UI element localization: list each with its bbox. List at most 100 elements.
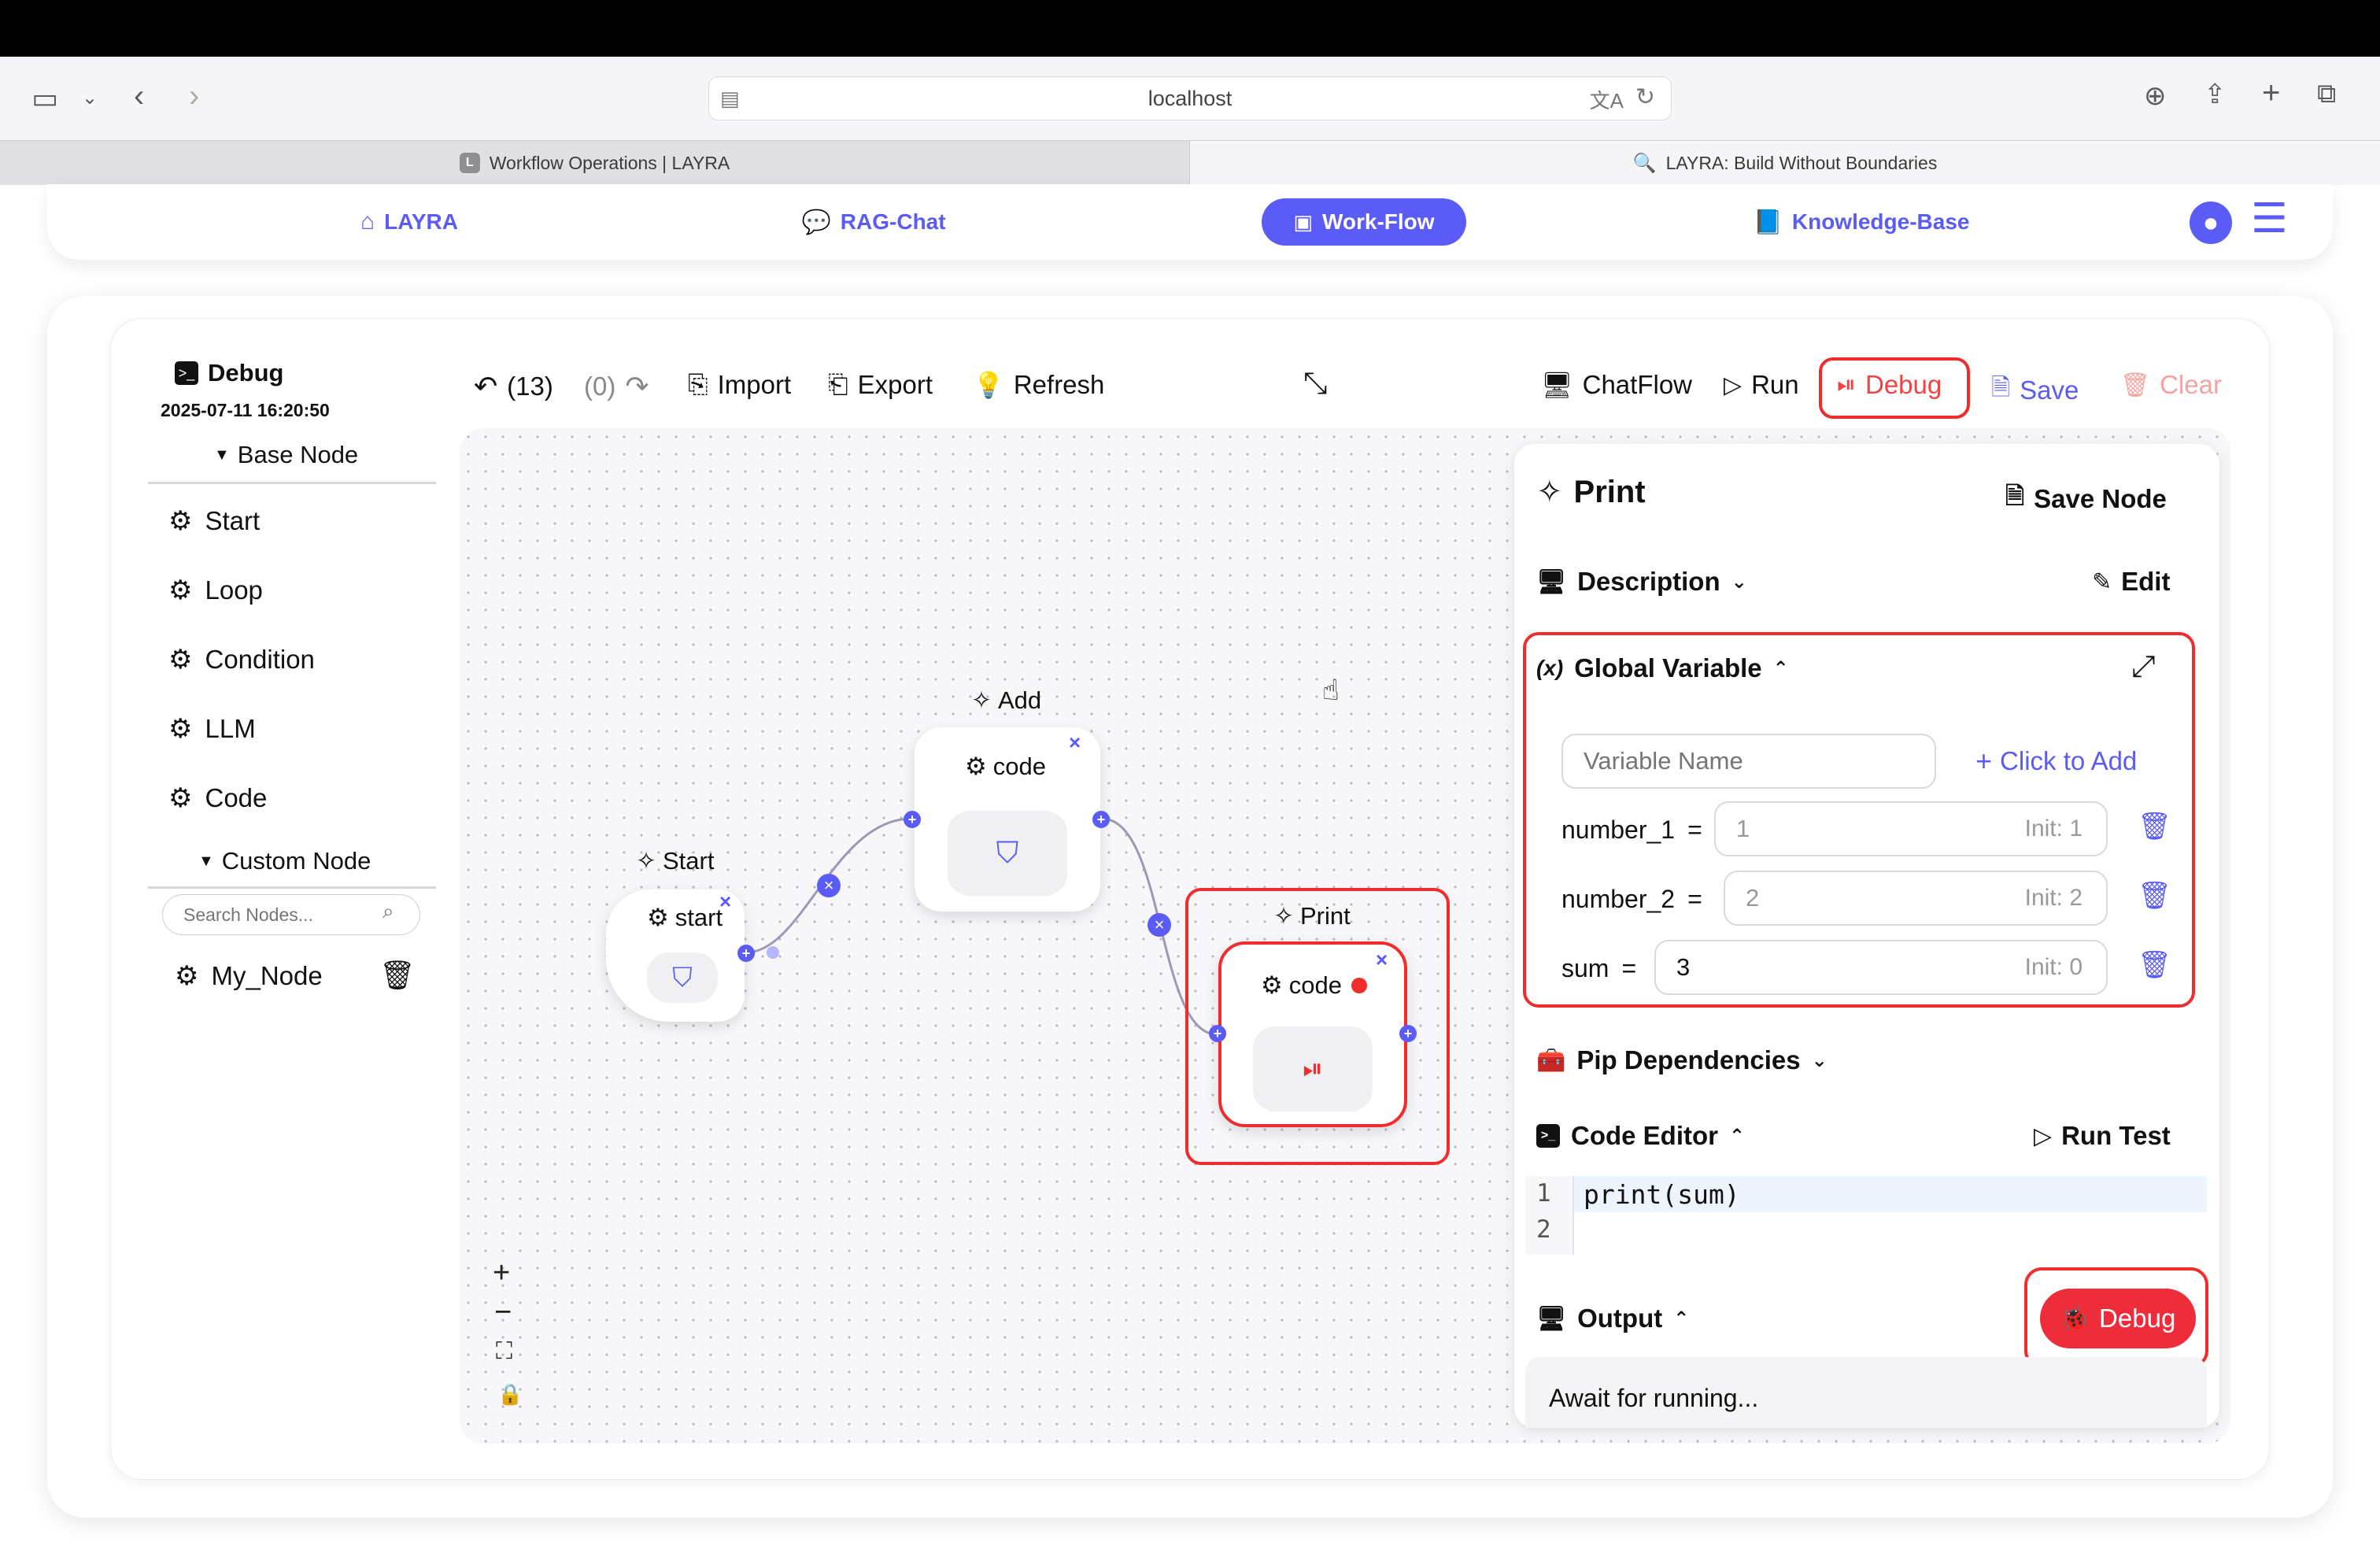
edge-delete-icon[interactable]: × [817,874,841,897]
section-label: Pip Dependencies [1576,1045,1801,1074]
node-title: Start [662,847,715,875]
save-file-icon: 🗎 [2005,483,2025,509]
node-debug-button[interactable]: 🐞 Debug [2040,1289,2196,1348]
trash-icon[interactable]: 🗑 [2138,811,2171,842]
sparkle-icon: ✧ [636,847,656,875]
panel-title: ✧ Print [1536,474,1646,510]
value-placeholder: 1 [1736,815,1750,842]
add-input-port[interactable]: + [904,811,921,828]
edit-button[interactable]: ✎ Edit [2092,567,2170,597]
variable-value-input[interactable]: 1 Init: 1 [1714,801,2108,856]
node-body: ⛉ [647,952,718,1003]
gear-icon: ⚙ [1261,971,1283,999]
sparkle-icon: ✧ [1536,475,1563,509]
output-area: Await for running... [1525,1357,2207,1428]
expand-icon[interactable]: ⤢ [2131,650,2155,684]
breakpoint-dot [1351,978,1368,993]
section-label: Description [1577,567,1720,596]
node-header: ⚙ start [647,904,722,932]
variable-row: sum = [1561,954,1636,983]
node-title: Add [997,686,1042,714]
node-label: code [1288,971,1343,999]
node-label: code [992,753,1047,780]
chevron-up-icon: ⌃ [1729,1125,1746,1147]
monitor-icon: 🖥 [1536,1305,1567,1332]
chevron-up-icon: ⌃ [1772,657,1789,679]
add-node[interactable]: ⚙ code ⛉ [915,727,1100,912]
run-test-button[interactable]: ▷ Run Test [2034,1121,2171,1151]
variable-name: number_2 [1561,885,1676,913]
lock-icon[interactable]: 🔒 [497,1382,523,1407]
variable-name-input[interactable] [1561,734,1936,789]
variable-icon: (x) [1536,656,1564,680]
equals-sign: = [1621,954,1637,982]
code-editor-toggle[interactable]: >_ Code Editor ⌃ [1536,1121,1745,1151]
variable-row: number_2 = [1561,885,1702,914]
sparkle-icon: ✧ [971,686,992,714]
edit-icon: ✎ [2092,568,2112,595]
description-toggle[interactable]: 🖥 Description ⌄ [1536,567,1747,597]
edge-delete-icon[interactable]: × [1148,913,1171,937]
package-icon: 🧰 [1536,1047,1566,1074]
chevron-down-icon: ⌄ [1811,1049,1828,1071]
play-pause-icon: ⏯ [1303,1054,1323,1082]
close-icon[interactable]: × [1069,730,1081,755]
fit-view-icon[interactable]: ⛶ [496,1338,512,1365]
variable-name: sum [1561,954,1609,982]
pip-dependencies-toggle[interactable]: 🧰 Pip Dependencies ⌄ [1536,1045,1828,1075]
init-value: Init: 0 [2024,954,2082,980]
node-header: ⚙ code [965,753,1046,781]
trash-icon[interactable]: 🗑 [2138,949,2171,981]
variable-value-input[interactable]: 3 Init: 0 [1654,940,2108,995]
init-value: Init: 1 [2024,816,2082,841]
node-body: ⏯ [1253,1026,1373,1111]
hand-cursor-icon: ☝ [1322,674,1340,706]
debug-label: Debug [2099,1304,2176,1333]
section-label: Output [1577,1304,1663,1333]
add-output-port[interactable]: + [1092,811,1110,828]
sparkle-icon: ✧ [1273,902,1294,930]
zoom-in-icon[interactable]: + [493,1256,510,1290]
value-placeholder: 2 [1746,884,1760,912]
node-header: ⚙ code [1261,971,1368,1000]
variable-value-input[interactable]: 2 Init: 2 [1724,871,2108,926]
print-input-port[interactable]: + [1209,1025,1226,1042]
equals-sign: = [1687,885,1702,913]
gear-icon: ⚙ [647,904,669,931]
init-value: Init: 2 [2024,885,2082,911]
shield-check-icon: ⛉ [672,962,693,993]
panel-title-text: Print [1573,474,1646,509]
section-label: Global Variable [1574,653,1762,682]
click-to-add-button[interactable]: + Click to Add [1975,745,2137,778]
save-node-label: Save Node [2034,483,2167,513]
line-number: 2 [1536,1215,1551,1244]
gear-icon: ⚙ [965,753,987,780]
monitor-icon: 🖥 [1536,568,1567,595]
play-icon: ▷ [2034,1123,2053,1149]
output-toggle[interactable]: 🖥 Output ⌃ [1536,1304,1689,1333]
terminal-icon: >_ [1536,1124,1560,1148]
line-gutter: 1 2 [1525,1176,1574,1255]
node-title: Print [1299,902,1351,930]
code-editor[interactable]: 1 2 print(sum) [1525,1176,2207,1255]
print-output-port[interactable]: + [1399,1025,1417,1042]
close-icon[interactable]: × [1376,948,1388,972]
close-icon[interactable]: × [719,890,731,914]
code-line: print(sum) [1584,1179,1740,1210]
global-variable-toggle[interactable]: (x) Global Variable ⌃ [1536,653,1789,683]
node-label: start [674,904,723,931]
shield-check-icon: ⛉ [996,836,1019,870]
variable-name: number_1 [1561,816,1676,844]
bug-icon: 🐞 [2060,1305,2090,1332]
trash-icon[interactable]: 🗑 [2138,880,2171,912]
section-label: Code Editor [1571,1121,1718,1150]
plus-icon: + [1975,745,1993,777]
add-node-title: ✧ Add [971,686,1041,715]
chevron-down-icon: ⌄ [1731,571,1747,593]
zoom-out-icon[interactable]: − [494,1296,512,1330]
edit-label: Edit [2121,567,2171,596]
start-output-port[interactable]: + [737,945,755,962]
click-to-add-label: Click to Add [2000,746,2138,775]
start-node-title: ✧ Start [636,847,714,875]
save-node-button[interactable]: 🗎 Save Node [2005,479,2167,519]
